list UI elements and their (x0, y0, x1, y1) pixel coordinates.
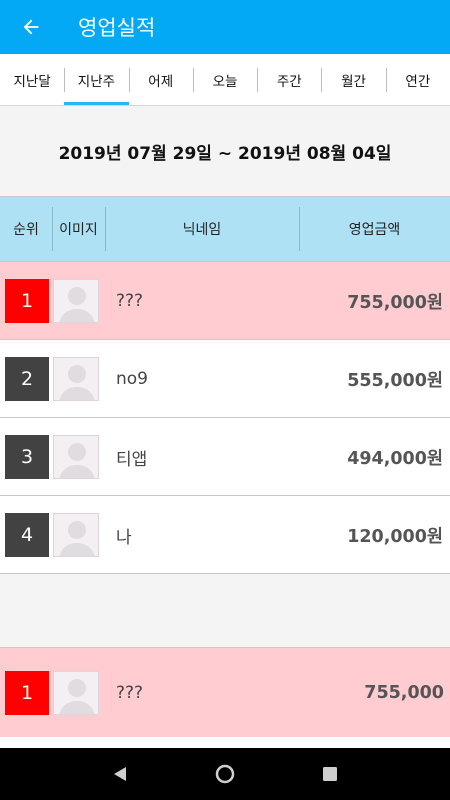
avatar (53, 513, 99, 557)
nav-back-icon (114, 767, 127, 781)
rank-badge: 4 (5, 513, 49, 557)
sales-amount: 555,000원 (347, 370, 443, 391)
header-image: 이미지 (52, 197, 105, 261)
summary-divider (0, 737, 450, 748)
user-placeholder-icon (59, 287, 95, 322)
nickname: ??? (116, 291, 144, 311)
rank-badge: 1 (5, 279, 49, 323)
back-button[interactable] (0, 0, 62, 54)
sales-amount: 494,000원 (347, 448, 443, 469)
system-nav-bar (0, 748, 450, 800)
nav-home-button[interactable] (210, 759, 240, 789)
rank-badge: 2 (5, 357, 49, 401)
rank-badge: 1 (5, 671, 49, 715)
rank-badge: 3 (5, 435, 49, 479)
period-tabs: 지난달 지난주 어제 오늘 주간 월간 연간 (0, 54, 450, 106)
page-title: 영업실적 (78, 16, 156, 40)
avatar (53, 435, 99, 479)
tab-monthly[interactable]: 월간 (321, 54, 385, 105)
tab-weekly[interactable]: 주간 (257, 54, 321, 105)
nav-recents-button[interactable] (315, 759, 345, 789)
avatar (53, 671, 99, 715)
table-header: 순위 이미지 닉네임 영업금액 (0, 196, 450, 262)
header-nickname: 닉네임 (105, 197, 299, 261)
arrow-left-icon (23, 19, 39, 35)
table-row[interactable]: 1 ??? 755,000원 (0, 262, 450, 340)
nav-back-button[interactable] (105, 759, 135, 789)
ranking-list: 1 ??? 755,000원 2 no9 555,000원 3 티앱 494,0… (0, 262, 450, 574)
tab-last-month[interactable]: 지난달 (0, 54, 64, 105)
table-row[interactable]: 3 티앱 494,000원 (0, 418, 450, 496)
period-range: 2019년 07월 29일 ~ 2019년 08월 04일 (58, 143, 392, 164)
user-placeholder-icon (59, 679, 95, 714)
table-row[interactable]: 2 no9 555,000원 (0, 340, 450, 418)
user-placeholder-icon (59, 443, 95, 478)
avatar (53, 357, 99, 401)
user-placeholder-icon (59, 521, 95, 556)
tab-yearly[interactable]: 연간 (385, 54, 450, 105)
table-row[interactable]: 4 나 120,000원 (0, 496, 450, 574)
app-bar: 영업실적 (0, 0, 450, 54)
sales-amount: 755,000 (364, 683, 444, 703)
avatar (53, 279, 99, 323)
tab-today[interactable]: 오늘 (192, 54, 257, 105)
nav-recents-icon (322, 767, 337, 781)
nav-home-icon (215, 764, 235, 784)
nickname: 나 (116, 527, 132, 548)
header-rank: 순위 (13, 222, 39, 238)
tab-last-week[interactable]: 지난주 (64, 54, 129, 105)
header-amount: 영업금액 (299, 197, 450, 261)
nickname: 티앱 (116, 449, 148, 470)
sales-amount: 755,000원 (347, 292, 443, 313)
my-rank-summary: 1 ??? 755,000 (0, 647, 450, 737)
nickname: ??? (116, 683, 144, 703)
tab-yesterday[interactable]: 어제 (128, 54, 193, 105)
nickname: no9 (116, 369, 148, 389)
sales-amount: 120,000원 (347, 526, 443, 547)
user-placeholder-icon (59, 365, 95, 400)
